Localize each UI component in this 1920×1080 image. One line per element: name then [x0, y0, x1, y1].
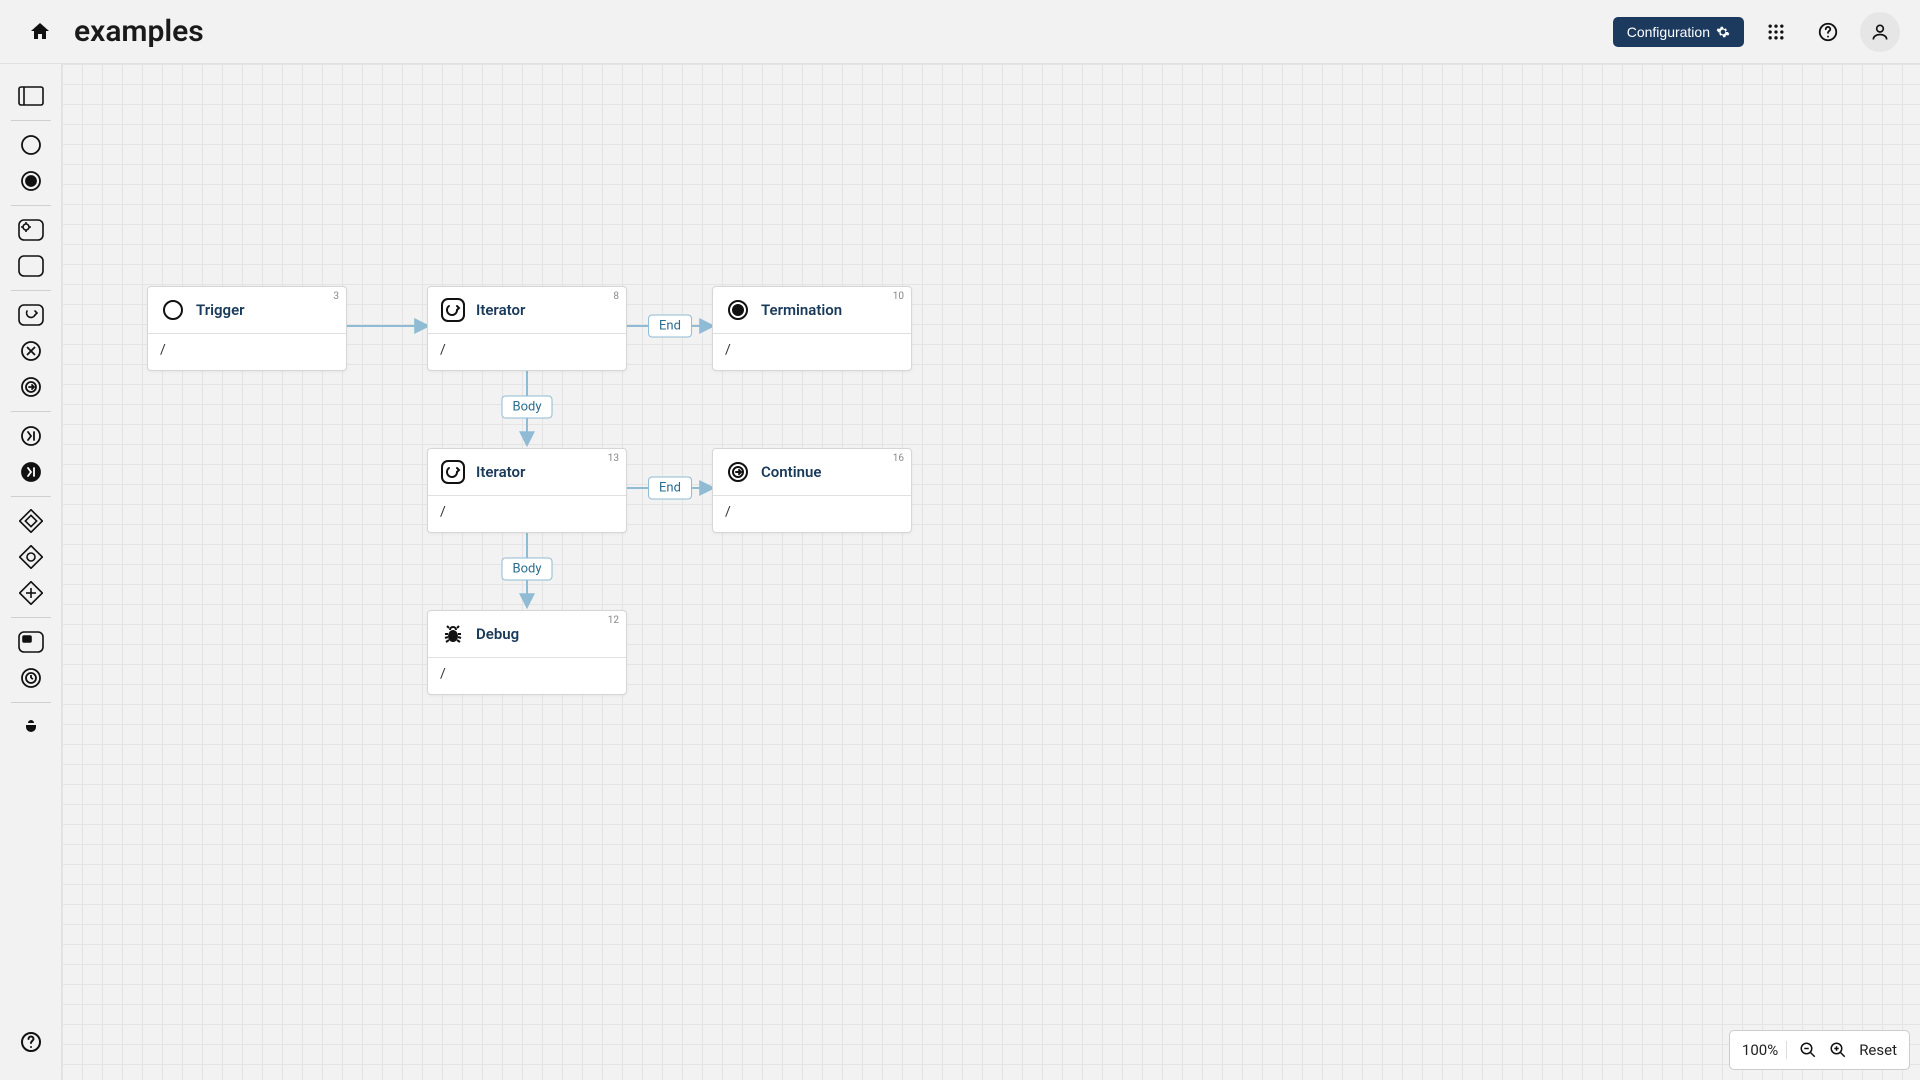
zoom-value: 100%: [1742, 1041, 1787, 1059]
separator: [11, 617, 51, 618]
edge-label-end[interactable]: End: [648, 315, 692, 338]
tool-gateway-parallel[interactable]: [11, 575, 51, 611]
header-right: Configuration: [1613, 12, 1900, 52]
node-id: 13: [608, 453, 619, 464]
separator: [11, 702, 51, 703]
node-body: /: [713, 495, 911, 532]
node-id: 12: [608, 615, 619, 626]
separator: [11, 120, 51, 121]
zoom-reset-button[interactable]: Reset: [1859, 1041, 1897, 1059]
circle-icon: [160, 297, 186, 323]
node-body: /: [428, 495, 626, 532]
toolbar-help-icon[interactable]: [11, 1024, 51, 1060]
help-icon[interactable]: [1808, 12, 1848, 52]
tool-gateway-exclusive[interactable]: [11, 503, 51, 539]
node-title: Iterator: [476, 463, 525, 481]
node-id: 10: [893, 291, 904, 302]
edge-label-body[interactable]: Body: [502, 558, 553, 581]
node-body: /: [713, 333, 911, 370]
edges-layer: [62, 64, 1920, 1080]
separator: [11, 496, 51, 497]
user-icon[interactable]: [1860, 12, 1900, 52]
node-debug[interactable]: Debug 12 /: [427, 610, 627, 695]
separator: [11, 290, 51, 291]
node-id: 16: [893, 453, 904, 464]
header-left: examples: [20, 12, 204, 52]
node-body: /: [428, 333, 626, 370]
configuration-label: Configuration: [1627, 24, 1710, 40]
tool-signal-throw[interactable]: [11, 418, 51, 454]
tool-trigger[interactable]: [11, 127, 51, 163]
node-id: 8: [613, 291, 619, 302]
node-termination[interactable]: Termination 10 /: [712, 286, 912, 371]
bug-icon: [440, 621, 466, 647]
node-title: Termination: [761, 301, 842, 319]
tool-timer[interactable]: [11, 624, 51, 660]
tool-gateway-inclusive[interactable]: [11, 539, 51, 575]
continue-icon: [725, 459, 751, 485]
node-continue[interactable]: Continue 16 /: [712, 448, 912, 533]
edge-label-end[interactable]: End: [648, 477, 692, 500]
tool-human-task[interactable]: [11, 248, 51, 284]
zoom-panel: 100% Reset: [1729, 1030, 1910, 1070]
loop-icon: [440, 297, 466, 323]
zoom-in-button[interactable]: [1829, 1041, 1847, 1059]
tool-debug[interactable]: [11, 709, 51, 745]
toolbar-bottom: [11, 1024, 51, 1080]
tool-palette: [0, 64, 62, 1080]
tool-iterator[interactable]: [11, 297, 51, 333]
node-id: 3: [333, 291, 339, 302]
tool-clock[interactable]: [11, 660, 51, 696]
gear-icon: [1716, 25, 1730, 39]
tool-service-call[interactable]: [11, 212, 51, 248]
node-body: /: [428, 657, 626, 694]
tool-termination[interactable]: [11, 163, 51, 199]
app-header: examples Configuration: [0, 0, 1920, 64]
tool-signal-catch[interactable]: [11, 454, 51, 490]
node-body: /: [148, 333, 346, 370]
project-title: examples: [74, 14, 204, 49]
node-trigger[interactable]: Trigger 3 /: [147, 286, 347, 371]
tool-container[interactable]: [11, 78, 51, 114]
home-icon[interactable]: [20, 12, 60, 52]
apps-icon[interactable]: [1756, 12, 1796, 52]
termination-icon: [725, 297, 751, 323]
separator: [11, 411, 51, 412]
edge-label-body[interactable]: Body: [502, 396, 553, 419]
loop-icon: [440, 459, 466, 485]
separator: [11, 205, 51, 206]
node-title: Trigger: [196, 301, 245, 319]
node-iterator[interactable]: Iterator 13 /: [427, 448, 627, 533]
tool-break[interactable]: [11, 333, 51, 369]
diagram-canvas[interactable]: End Body End Body Trigger 3 / Iterator 8…: [62, 64, 1920, 1080]
node-title: Debug: [476, 625, 519, 643]
configuration-button[interactable]: Configuration: [1613, 17, 1744, 47]
node-title: Continue: [761, 463, 821, 481]
tool-continue[interactable]: [11, 369, 51, 405]
node-title: Iterator: [476, 301, 525, 319]
zoom-out-button[interactable]: [1799, 1041, 1817, 1059]
node-iterator[interactable]: Iterator 8 /: [427, 286, 627, 371]
